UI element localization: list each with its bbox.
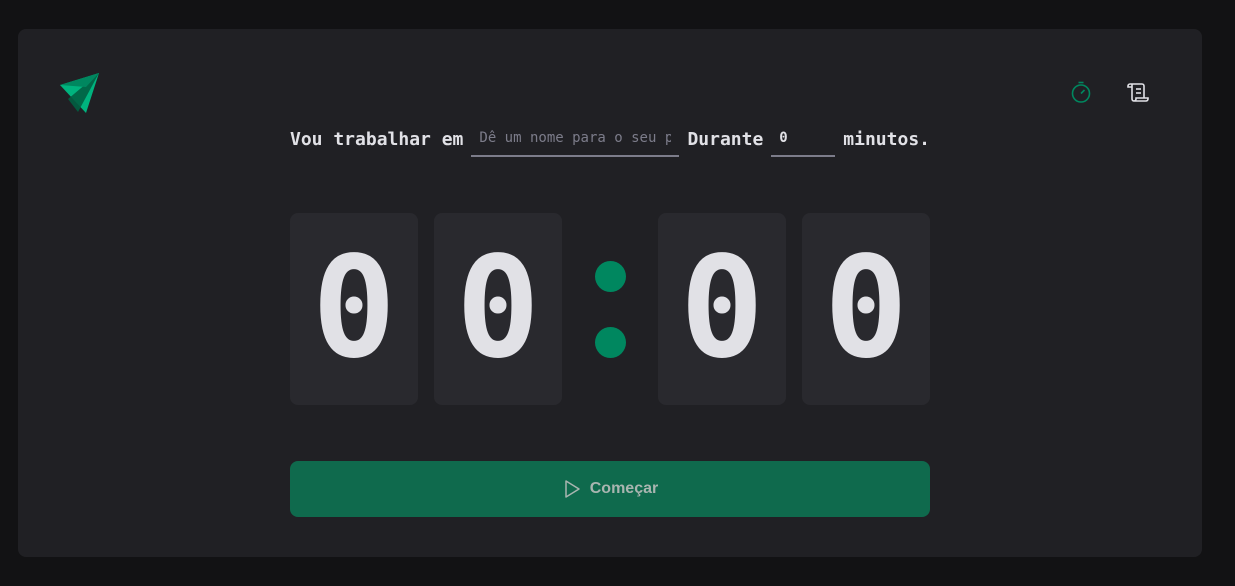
seconds-ones-digit: 0 (802, 213, 930, 405)
timer-icon[interactable] (1069, 80, 1093, 104)
triangle-play-logo-icon (60, 73, 99, 113)
minutes-tens-digit: 0 (290, 213, 418, 405)
duration-label: Durante (687, 128, 764, 150)
task-label: Vou trabalhar em (290, 128, 464, 150)
play-icon (565, 480, 580, 498)
scroll-history-icon[interactable] (1126, 80, 1150, 104)
task-name-input[interactable] (471, 121, 680, 157)
seconds-tens-digit: 0 (658, 213, 786, 405)
countdown-display: 0 0 0 0 (290, 213, 930, 405)
app-container: Vou trabalhar em Durante minutos. 0 0 0 … (18, 29, 1202, 557)
task-form: Vou trabalhar em Durante minutos. (290, 121, 930, 157)
minutes-ones-digit: 0 (434, 213, 562, 405)
countdown-separator (578, 213, 642, 405)
separator-dot-bottom (594, 326, 626, 358)
separator-dot-top (594, 260, 626, 292)
minutes-input[interactable] (771, 121, 836, 157)
start-button-label: Começar (589, 480, 659, 497)
header-nav (1069, 80, 1150, 104)
minutes-suffix: minutos. (843, 128, 930, 150)
start-button[interactable]: Começar (290, 461, 930, 517)
